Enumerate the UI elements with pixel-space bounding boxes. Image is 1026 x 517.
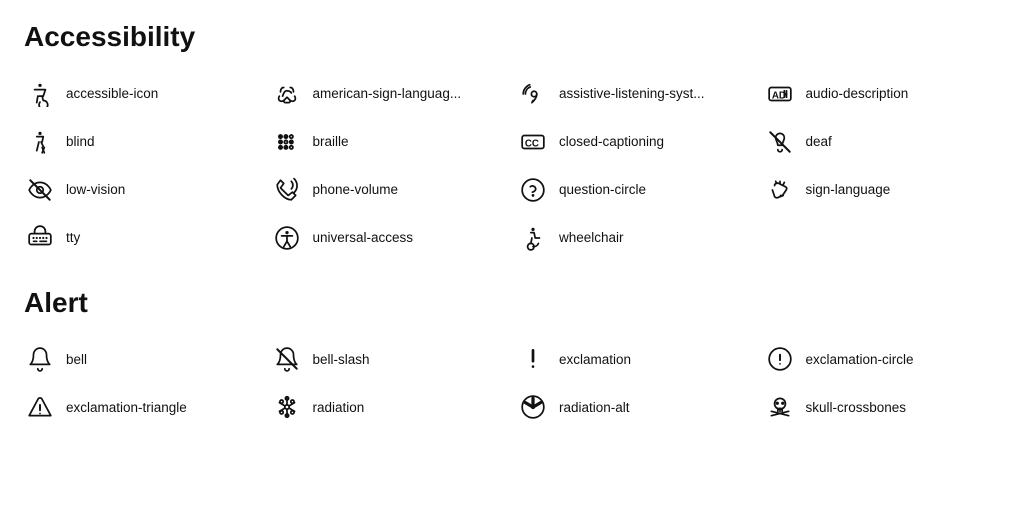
exclamation-icon [517,343,549,375]
list-item: skull-crossbones [764,391,1003,423]
bell-slash-icon [271,343,303,375]
list-item: assistive-listening-syst... [517,78,756,110]
bell-icon [24,343,56,375]
closed-captioning-icon: CC [517,126,549,158]
als-label: assistive-listening-syst... [559,86,705,101]
braille-label: braille [313,134,349,149]
accessible-icon-label: accessible-icon [66,86,158,101]
low-vision-label: low-vision [66,182,125,197]
universal-access-label: universal-access [313,230,414,245]
list-item: accessible-icon [24,78,263,110]
als-icon [517,78,549,110]
tty-label: tty [66,230,80,245]
tty-icon [24,222,56,254]
deaf-icon [764,126,796,158]
asl-icon [271,78,303,110]
audio-description-label: audio-description [806,86,909,101]
accessible-icon [24,78,56,110]
list-item: braille [271,126,510,158]
exclamation-circle-icon [764,343,796,375]
sign-language-icon [764,174,796,206]
sign-language-label: sign-language [806,182,891,197]
question-circle-icon [517,174,549,206]
radiation-alt-label: radiation-alt [559,400,630,415]
closed-captioning-label: closed-captioning [559,134,664,149]
list-item: CC closed-captioning [517,126,756,158]
radiation-label: radiation [313,400,365,415]
braille-icon [271,126,303,158]
list-item: phone-volume [271,174,510,206]
wheelchair-icon [517,222,549,254]
low-vision-icon [24,174,56,206]
exclamation-triangle-label: exclamation-triangle [66,400,187,415]
exclamation-circle-label: exclamation-circle [806,352,914,367]
list-item: low-vision [24,174,263,206]
accessibility-grid: accessible-icon american-sign-languag... [24,78,1002,254]
list-item: radiation [271,391,510,423]
list-item: bell [24,343,263,375]
accessibility-section: Accessibility accessible-icon [24,20,1002,254]
list-item: universal-access [271,222,510,254]
skull-crossbones-label: skull-crossbones [806,400,907,415]
list-item: wheelchair [517,222,756,254]
alert-title: Alert [24,286,1002,320]
phone-volume-icon [271,174,303,206]
asl-label: american-sign-languag... [313,86,462,101]
exclamation-triangle-icon [24,391,56,423]
blind-icon [24,126,56,158]
question-circle-label: question-circle [559,182,646,197]
list-item: exclamation [517,343,756,375]
list-item: exclamation-circle [764,343,1003,375]
skull-crossbones-icon [764,391,796,423]
list-item: AD audio-description [764,78,1003,110]
radiation-icon [271,391,303,423]
wheelchair-label: wheelchair [559,230,624,245]
blind-label: blind [66,134,95,149]
alert-grid: bell bell-slash exclamation [24,343,1002,423]
bell-slash-label: bell-slash [313,352,370,367]
list-item: deaf [764,126,1003,158]
alert-section: Alert bell bell-slash [24,286,1002,424]
radiation-alt-icon [517,391,549,423]
audio-description-icon: AD [764,78,796,110]
list-item: bell-slash [271,343,510,375]
accessibility-title: Accessibility [24,20,1002,54]
list-item: american-sign-languag... [271,78,510,110]
list-item: question-circle [517,174,756,206]
list-item: radiation-alt [517,391,756,423]
list-item: exclamation-triangle [24,391,263,423]
svg-text:CC: CC [525,138,539,149]
universal-access-icon [271,222,303,254]
list-item: sign-language [764,174,1003,206]
bell-label: bell [66,352,87,367]
list-item: tty [24,222,263,254]
phone-volume-label: phone-volume [313,182,399,197]
exclamation-label: exclamation [559,352,631,367]
list-item: blind [24,126,263,158]
deaf-label: deaf [806,134,832,149]
